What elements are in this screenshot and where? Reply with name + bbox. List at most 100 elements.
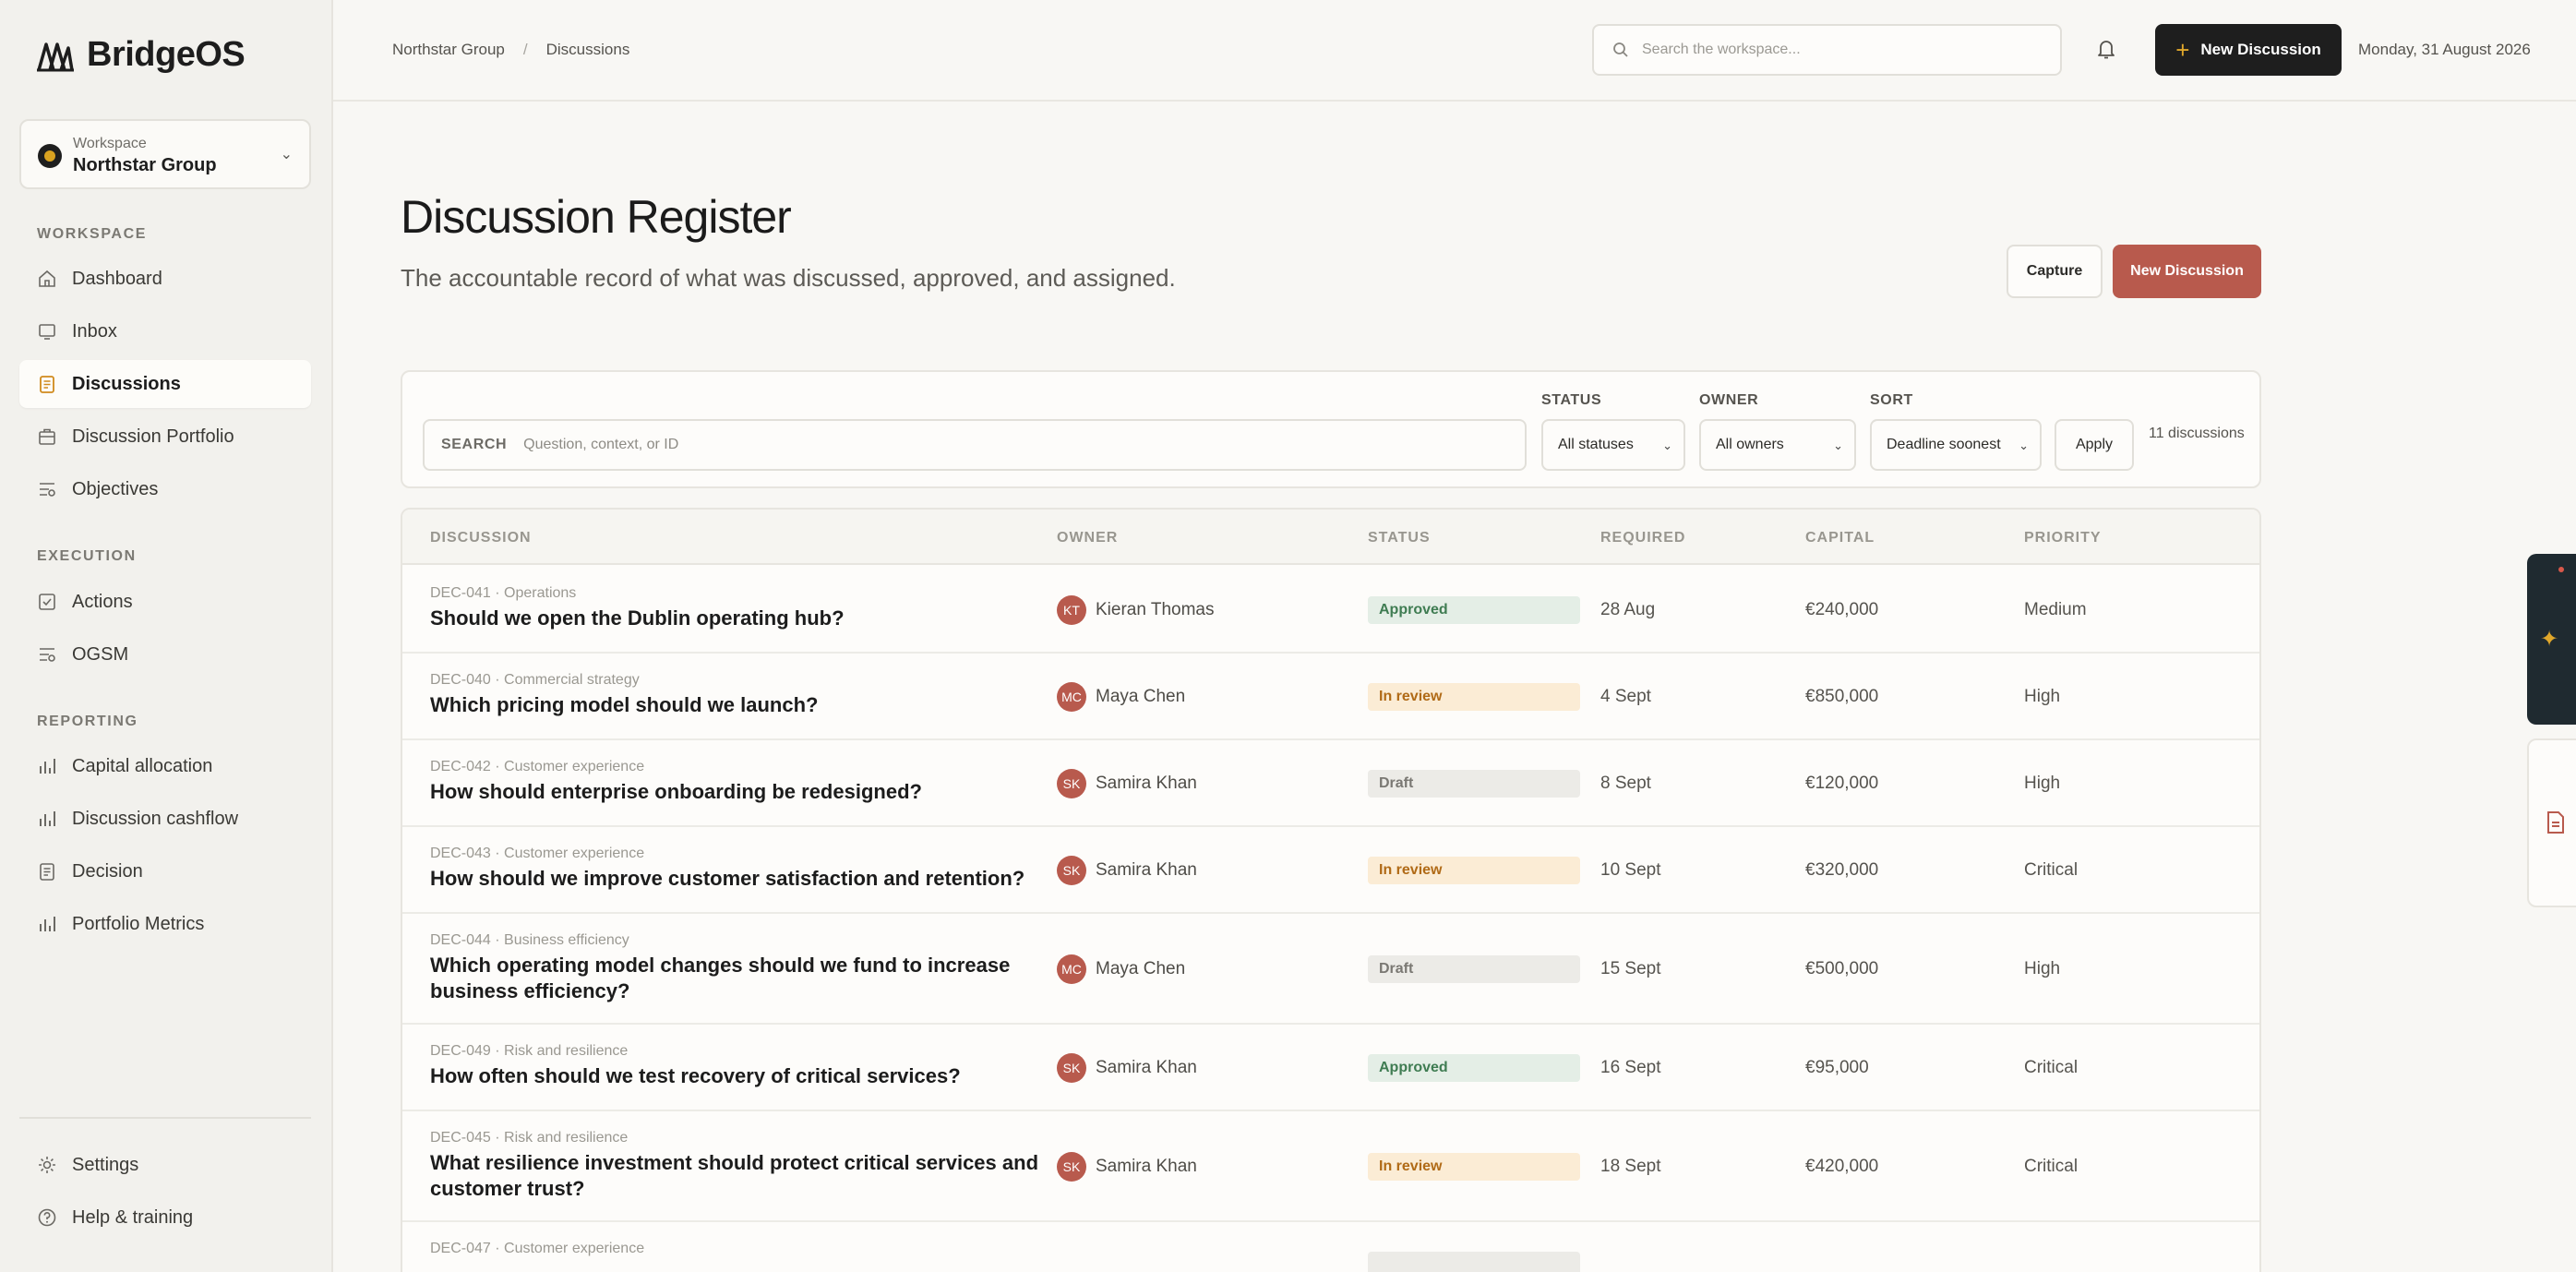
search-icon	[1613, 42, 1628, 57]
sidebar-item-capital-allocation[interactable]: Capital allocation	[19, 742, 311, 790]
workspace-avatar	[38, 144, 62, 168]
sidebar-item-portfolio-metrics[interactable]: Portfolio Metrics	[19, 900, 311, 948]
sidebar-item-settings[interactable]: Settings	[19, 1141, 311, 1189]
required-date: 4 Sept	[1600, 687, 1651, 706]
owner-filter-label: OWNER	[1699, 392, 1759, 408]
notes-dock[interactable]	[2527, 738, 2576, 907]
breadcrumb: Northstar Group / Discussions	[392, 41, 629, 59]
discussion-question[interactable]: How should enterprise onboarding be rede…	[430, 779, 1039, 805]
page-title: Discussion Register	[401, 191, 792, 243]
apply-filters-button[interactable]: Apply	[2055, 419, 2134, 471]
status-badge: Approved	[1368, 596, 1580, 624]
table-row[interactable]: DEC-047 · Customer experience	[402, 1222, 2259, 1272]
sidebar-item-decision[interactable]: Decision	[19, 847, 311, 895]
column-header-owner[interactable]: OWNER	[1057, 530, 1118, 546]
notification-dot	[2558, 567, 2564, 572]
table-row[interactable]: DEC-043 · Customer experience How should…	[402, 827, 2259, 914]
column-header-required[interactable]: REQUIRED	[1600, 530, 1685, 546]
sparkle-icon[interactable]: ✦	[2540, 626, 2558, 653]
status-filter-label: STATUS	[1541, 392, 1602, 408]
sidebar-divider	[19, 1117, 311, 1119]
chevron-down-icon: ⌄	[1662, 438, 1672, 452]
sidebar-item-help[interactable]: Help & training	[19, 1194, 311, 1242]
avatar: SK	[1057, 1053, 1086, 1083]
table-row[interactable]: DEC-041 · Operations Should we open the …	[402, 567, 2259, 654]
discussion-meta: DEC-042 · Customer experience	[430, 759, 645, 774]
discussion-question[interactable]: How should we improve customer satisfact…	[430, 866, 1039, 892]
discussion-question[interactable]: Which operating model changes should we …	[430, 953, 1039, 1004]
discussion-question[interactable]: How often should we test recovery of cri…	[430, 1063, 1039, 1089]
sidebar-item-ogsm[interactable]: OGSM	[19, 630, 311, 678]
search-input[interactable]	[1642, 42, 2011, 58]
column-header-priority[interactable]: PRIORITY	[2024, 530, 2102, 546]
table-row[interactable]: DEC-040 · Commercial strategy Which pric…	[402, 654, 2259, 740]
required-date: 8 Sept	[1600, 774, 1651, 793]
objectives-icon	[40, 483, 55, 497]
discussion-meta: DEC-040 · Commercial strategy	[430, 672, 640, 688]
sidebar-item-objectives[interactable]: Objectives	[19, 465, 311, 513]
owner-select[interactable]: All owners ⌄	[1699, 419, 1856, 471]
brand[interactable]: BridgeOS	[37, 35, 246, 75]
bar-chart-icon	[40, 917, 55, 931]
capture-button[interactable]: Capture	[2007, 245, 2103, 298]
status-badge: In review	[1368, 683, 1580, 711]
help-icon	[38, 1208, 56, 1227]
priority: High	[2024, 774, 2061, 793]
priority: Critical	[2024, 1157, 2079, 1176]
table-row[interactable]: DEC-042 · Customer experience How should…	[402, 740, 2259, 827]
workspace-switcher[interactable]: Workspace Northstar Group ⌄	[19, 119, 311, 189]
nav-section-reporting: REPORTING	[37, 714, 138, 729]
column-header-capital[interactable]: CAPITAL	[1805, 530, 1875, 546]
table-row[interactable]: DEC-045 · Risk and resilience What resil…	[402, 1111, 2259, 1222]
avatar: KT	[1057, 595, 1086, 625]
status-badge: Draft	[1368, 770, 1580, 798]
sidebar-item-actions[interactable]: Actions	[19, 578, 311, 626]
bell-icon[interactable]	[2092, 35, 2120, 63]
priority: Medium	[2024, 600, 2087, 619]
workspace-name: Northstar Group	[73, 155, 217, 175]
discussion-question[interactable]: Which pricing model should we launch?	[430, 692, 1039, 718]
document-icon[interactable]	[2546, 810, 2566, 834]
bar-chart-icon	[40, 759, 55, 774]
discussion-search-input[interactable]	[523, 437, 1447, 453]
sidebar-item-discussion-cashflow[interactable]: Discussion cashflow	[19, 795, 311, 843]
sidebar-item-label: Objectives	[72, 478, 159, 499]
nav-section-workspace: WORKSPACE	[37, 226, 147, 242]
table-row[interactable]: DEC-044 · Business efficiency Which oper…	[402, 914, 2259, 1025]
checkbox-icon	[39, 594, 55, 610]
owner-name: Samira Khan	[1096, 774, 1197, 793]
discussion-meta: DEC-043 · Customer experience	[430, 846, 645, 861]
sidebar-item-discussion-portfolio[interactable]: Discussion Portfolio	[19, 413, 311, 461]
owner-name: Samira Khan	[1096, 1157, 1197, 1176]
discussion-search[interactable]: SEARCH	[423, 419, 1527, 471]
table-row[interactable]: DEC-049 · Risk and resilience How often …	[402, 1025, 2259, 1111]
discussion-question[interactable]: Should we open the Dublin operating hub?	[430, 606, 1039, 631]
breadcrumb-separator: /	[522, 41, 528, 58]
new-discussion-button[interactable]: New Discussion	[2113, 245, 2261, 298]
sidebar-item-discussions[interactable]: Discussions	[19, 360, 311, 408]
briefcase-icon	[39, 428, 55, 445]
discussion-question[interactable]: What resilience investment should protec…	[430, 1150, 1039, 1202]
sidebar-item-label: Decision	[72, 860, 143, 882]
owner-cell: MC Maya Chen	[1057, 954, 1185, 984]
sidebar-item-inbox[interactable]: Inbox	[19, 307, 311, 355]
plus-icon: +	[2175, 36, 2190, 64]
capital-amount: €420,000	[1805, 1157, 1879, 1176]
app-name: BridgeOS	[87, 35, 246, 74]
breadcrumb-item-workspace[interactable]: Northstar Group	[392, 41, 505, 59]
new-discussion-top-button[interactable]: + New Discussion	[2155, 24, 2342, 76]
global-search[interactable]	[1592, 24, 2062, 76]
sort-select[interactable]: Deadline soonest ⌄	[1870, 419, 2042, 471]
chevron-down-icon: ⌄	[2019, 438, 2029, 452]
owner-cell: MC Maya Chen	[1057, 682, 1185, 712]
document-icon	[40, 376, 54, 393]
sidebar-item-dashboard[interactable]: Dashboard	[19, 255, 311, 303]
priority: High	[2024, 959, 2061, 978]
owner-name: Samira Khan	[1096, 860, 1197, 880]
sidebar-item-label: Help & training	[72, 1206, 194, 1228]
assistant-dock[interactable]: ✦	[2527, 554, 2576, 725]
column-header-discussion[interactable]: DISCUSSION	[430, 530, 532, 546]
column-header-status[interactable]: STATUS	[1368, 530, 1431, 546]
status-badge: Approved	[1368, 1054, 1580, 1082]
status-select[interactable]: All statuses ⌄	[1541, 419, 1685, 471]
